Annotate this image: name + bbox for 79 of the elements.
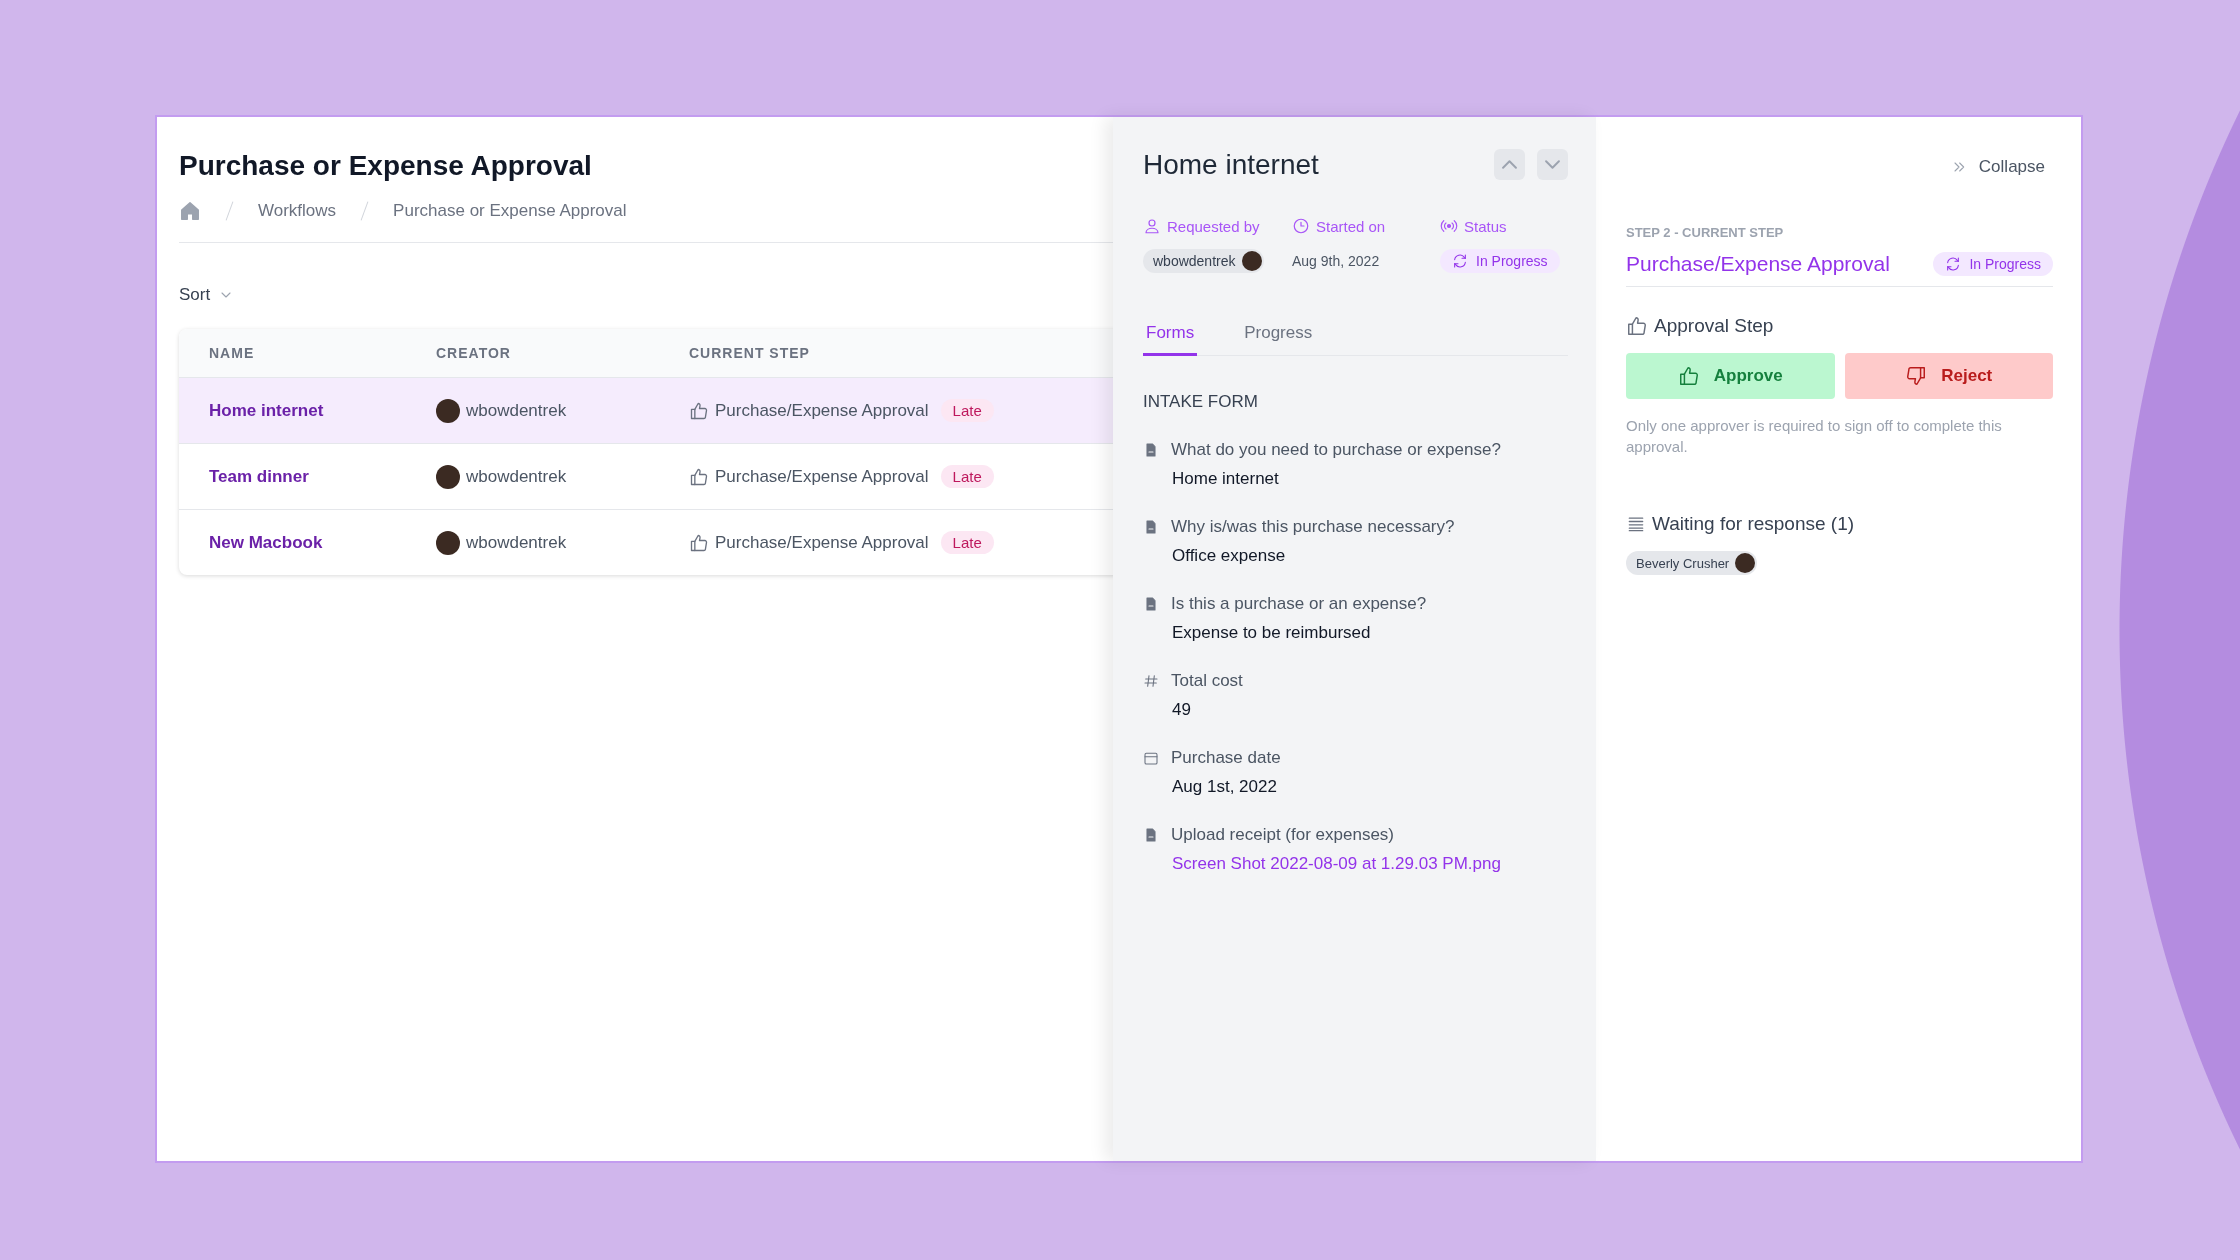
field-label: What do you need to purchase or expense? xyxy=(1171,440,1501,460)
field-label: Purchase date xyxy=(1171,748,1281,768)
table-row[interactable]: Home internet wbowdentrek Purchase/Expense Approval Late xyxy=(179,377,1113,443)
clock-icon xyxy=(1292,217,1310,235)
thumbs-up-icon xyxy=(689,466,709,487)
next-button[interactable] xyxy=(1537,149,1568,180)
chevron-down-icon xyxy=(1545,160,1560,169)
meta-label: Requested by xyxy=(1167,217,1260,235)
thumbs-up-icon xyxy=(1626,315,1648,337)
step-name: Purchase/Expense Approval xyxy=(715,466,929,487)
breadcrumb-link[interactable]: Workflows xyxy=(258,201,337,221)
section-title: Waiting for response (1) xyxy=(1652,513,1855,535)
signal-icon xyxy=(1440,217,1458,235)
section-title: INTAKE FORM xyxy=(1143,392,1259,412)
section-title: Approval Step xyxy=(1654,315,1774,337)
row-name-link[interactable]: New Macbook xyxy=(209,532,436,553)
row-name-link[interactable]: Team dinner xyxy=(209,466,436,487)
field-label: Total cost xyxy=(1171,671,1243,691)
step-name: Purchase/Expense Approval xyxy=(715,400,929,421)
late-badge: Late xyxy=(940,465,994,488)
field-value: 49 xyxy=(1172,700,1192,720)
step-name: Purchase/Expense Approval xyxy=(715,532,929,553)
document-icon xyxy=(1143,827,1159,843)
avatar xyxy=(436,398,460,423)
start-date: Aug 9th, 2022 xyxy=(1292,252,1380,269)
sort-button[interactable]: Sort xyxy=(179,285,235,305)
approve-button[interactable]: Approve xyxy=(1626,353,1835,399)
row-name-link[interactable]: Home internet xyxy=(209,400,436,421)
user-icon xyxy=(1143,217,1161,235)
sync-icon xyxy=(1945,256,1962,272)
page-title: Purchase or Expense Approval xyxy=(179,150,593,182)
calendar-icon xyxy=(1143,750,1159,766)
record-title: Home internet xyxy=(1143,149,1319,181)
avatar xyxy=(1241,251,1262,271)
avatar xyxy=(436,530,460,555)
home-icon xyxy=(179,200,201,222)
document-icon xyxy=(1143,442,1159,458)
breadcrumb-link[interactable]: Purchase or Expense Approval xyxy=(393,201,627,221)
field-value: Office expense xyxy=(1172,546,1287,566)
user-chip: Beverly Crusher xyxy=(1626,551,1758,575)
status-badge: In Progress xyxy=(1440,249,1560,273)
column-header: NAME xyxy=(209,345,256,361)
document-icon xyxy=(1143,596,1159,612)
document-icon xyxy=(1143,519,1159,535)
field-label: Is this a purchase or an expense? xyxy=(1171,594,1427,614)
field-value: Expense to be reimbursed xyxy=(1172,623,1372,643)
step-label: STEP 2 - CURRENT STEP xyxy=(1626,225,1785,240)
thumbs-up-icon xyxy=(689,400,709,421)
avatar xyxy=(1735,553,1756,573)
creator-name: wbowdentrek xyxy=(466,532,567,553)
column-header: CURRENT STEP xyxy=(689,345,811,361)
status-badge: In Progress xyxy=(1933,252,2053,276)
meta-label: Status xyxy=(1464,217,1507,235)
step-title-link[interactable]: Purchase/Expense Approval xyxy=(1626,252,1890,276)
thumbs-up-icon xyxy=(1677,365,1700,387)
thumbs-down-icon xyxy=(1905,365,1928,387)
tab[interactable]: Forms xyxy=(1143,323,1198,356)
late-badge: Late xyxy=(940,531,994,554)
chevron-up-icon xyxy=(1502,160,1517,169)
column-header: CREATOR xyxy=(436,345,512,361)
field-value: Aug 1st, 2022 xyxy=(1172,777,1278,797)
previous-button[interactable] xyxy=(1494,149,1525,180)
late-badge: Late xyxy=(940,399,994,422)
user-chip: wbowdentrek xyxy=(1143,249,1264,273)
field-value: Home internet xyxy=(1172,469,1280,489)
reject-button[interactable]: Reject xyxy=(1844,353,2053,399)
field-label: Upload receipt (for expenses) xyxy=(1171,825,1394,845)
tab[interactable]: Progress xyxy=(1241,323,1316,356)
collapse-button[interactable]: Collapse xyxy=(1950,157,2053,177)
approval-note: Only one approver is required to sign off to complete this approval. xyxy=(1626,416,2003,457)
field-label: Why is/was this purchase necessary? xyxy=(1171,517,1455,537)
hash-icon xyxy=(1143,673,1159,689)
avatar xyxy=(436,464,460,489)
creator-name: wbowdentrek xyxy=(466,400,567,421)
thumbs-up-icon xyxy=(689,532,709,553)
creator-name: wbowdentrek xyxy=(466,466,567,487)
meta-label: Started on xyxy=(1316,217,1386,235)
file-link[interactable]: Screen Shot 2022-08-09 at 1.29.03 PM.png xyxy=(1172,854,1568,874)
sync-icon xyxy=(1452,253,1468,269)
